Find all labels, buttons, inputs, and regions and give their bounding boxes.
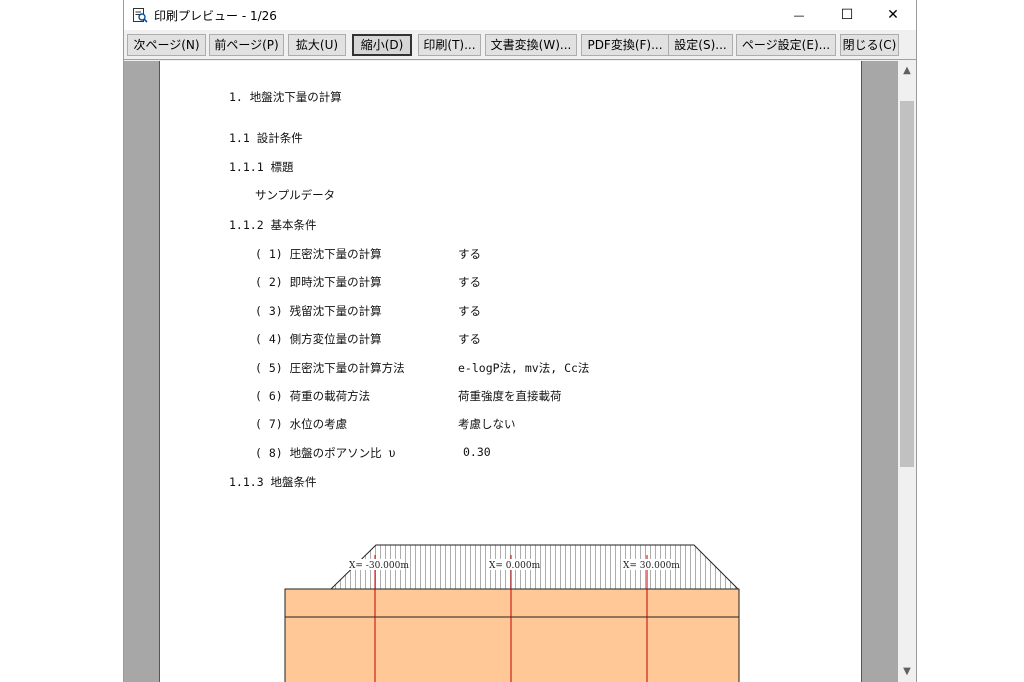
toolbar: 次ページ(N) 前ページ(P) 拡大(U) 縮小(D) 印刷(T)... 文書変… bbox=[124, 30, 916, 60]
settings-button[interactable]: 設定(S)... bbox=[668, 34, 733, 56]
doc-convert-button[interactable]: 文書変換(W)... bbox=[485, 34, 577, 56]
close-icon: ✕ bbox=[887, 7, 899, 23]
pdf-convert-button[interactable]: PDF変換(F)... bbox=[581, 34, 669, 56]
minimize-button[interactable]: — bbox=[776, 0, 822, 30]
scroll-down-icon[interactable]: ▼ bbox=[898, 663, 916, 680]
preview-area[interactable]: 1. 地盤沈下量の計算 1.1 設計条件 1.1.1 標題 サンプルデータ 1.… bbox=[124, 61, 898, 682]
print-preview-icon bbox=[133, 8, 148, 23]
page-preview: 1. 地盤沈下量の計算 1.1 設計条件 1.1.1 標題 サンプルデータ 1.… bbox=[159, 61, 862, 682]
x-label-center: X= 0.000m bbox=[489, 561, 541, 571]
minimize-icon: — bbox=[793, 8, 805, 22]
print-preview-window: 印刷プレビュー - 1/26 — ☐ ✕ 次ページ(N) 前ページ(P) 拡大(… bbox=[123, 0, 917, 682]
maximize-button[interactable]: ☐ bbox=[824, 0, 870, 30]
print-button[interactable]: 印刷(T)... bbox=[418, 34, 481, 56]
scroll-up-icon[interactable]: ▲ bbox=[898, 62, 916, 79]
close-button[interactable]: 閉じる(C) bbox=[840, 34, 899, 56]
vertical-scrollbar[interactable]: ▲ ▼ bbox=[898, 61, 916, 682]
x-label-left: X= -30.000m bbox=[349, 561, 409, 571]
next-page-button[interactable]: 次ページ(N) bbox=[127, 34, 206, 56]
x-label-right: X= 30.000m bbox=[623, 561, 680, 571]
soil-layer-2 bbox=[284, 616, 740, 682]
ground-diagram: X= -30.000m X= 0.000m X= 30.000m bbox=[284, 544, 740, 682]
page-setup-button[interactable]: ページ設定(E)... bbox=[736, 34, 836, 56]
soil-layer-1 bbox=[284, 588, 740, 618]
zoom-in-button[interactable]: 拡大(U) bbox=[288, 34, 346, 56]
maximize-icon: ☐ bbox=[840, 7, 854, 23]
scroll-thumb[interactable] bbox=[900, 101, 914, 467]
prev-page-button[interactable]: 前ページ(P) bbox=[209, 34, 284, 56]
close-window-button[interactable]: ✕ bbox=[870, 0, 916, 30]
window-title: 印刷プレビュー - 1/26 bbox=[154, 9, 277, 23]
zoom-out-button[interactable]: 縮小(D) bbox=[352, 34, 412, 56]
title-bar: 印刷プレビュー - 1/26 — ☐ ✕ bbox=[124, 0, 916, 30]
